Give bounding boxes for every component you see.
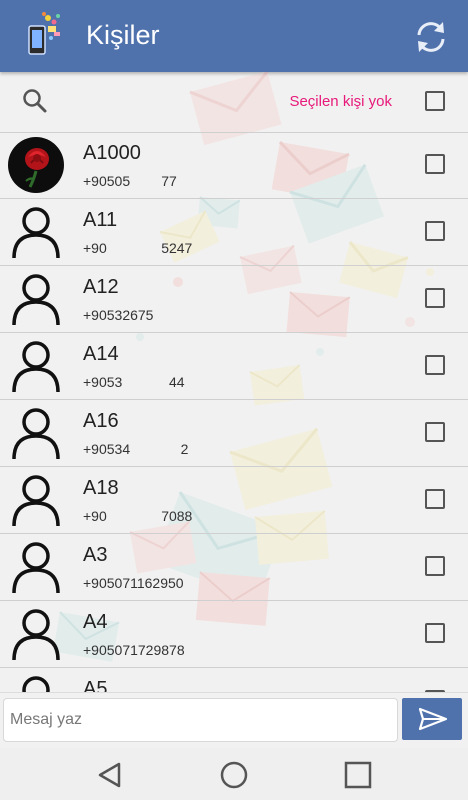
person-icon (12, 542, 60, 594)
selection-status: Seçilen kişi yok (289, 93, 392, 110)
person-icon (12, 274, 60, 326)
contact-row[interactable]: A5 (0, 668, 468, 692)
contact-name: A5 (83, 678, 108, 692)
person-icon (12, 609, 60, 661)
message-composer (0, 692, 468, 749)
app-logo-icon (28, 12, 60, 55)
contact-row[interactable]: A3 +905071162950 (0, 534, 468, 601)
contact-checkbox[interactable] (425, 623, 445, 643)
page-title: Kişiler (86, 20, 160, 50)
contact-row[interactable]: A4 +905071729878 (0, 601, 468, 668)
system-nav-bar (0, 748, 468, 800)
person-icon (22, 676, 50, 692)
search-icon[interactable] (22, 88, 48, 114)
send-icon (418, 707, 448, 731)
contact-phone: +90534 2 (83, 441, 189, 457)
contact-phone: +90 7088 (83, 508, 193, 524)
contact-checkbox[interactable] (425, 422, 445, 442)
person-icon (12, 408, 60, 460)
contact-row[interactable]: A16 +90534 2 (0, 400, 468, 467)
contact-row[interactable]: A18 +90 7088 (0, 467, 468, 534)
contact-row[interactable]: A11 +90 5247 (0, 199, 468, 266)
person-icon (12, 475, 60, 527)
message-input[interactable] (3, 698, 398, 742)
contact-checkbox[interactable] (425, 154, 445, 174)
contact-name: A18 (83, 477, 119, 499)
contact-phone: +905071729878 (83, 642, 185, 658)
contact-checkbox[interactable] (425, 221, 445, 241)
contact-phone: +90505 77 (83, 173, 177, 189)
contact-row[interactable]: A1000 +90505 77 (0, 132, 468, 199)
contact-name: A11 (83, 209, 118, 231)
contact-name: A16 (83, 410, 119, 432)
person-icon (12, 207, 60, 259)
contact-name: A3 (83, 544, 108, 566)
recents-square-icon[interactable] (343, 760, 373, 790)
search-bar: Seçilen kişi yok (0, 72, 468, 133)
rose-photo-avatar (8, 137, 64, 193)
contact-checkbox[interactable] (425, 489, 445, 509)
contact-name: A12 (83, 276, 119, 298)
send-button[interactable] (402, 698, 462, 740)
contact-phone: +90 5247 (83, 240, 193, 256)
contact-checkbox[interactable] (425, 556, 445, 576)
contact-name: A14 (83, 343, 119, 365)
contact-phone: +90532675 (83, 307, 154, 323)
person-icon (12, 341, 60, 393)
select-all-checkbox[interactable] (425, 91, 445, 111)
refresh-icon[interactable] (412, 18, 450, 56)
contact-list: A1000 +90505 77 A11 +90 5247 A12 +905326… (0, 132, 468, 692)
contact-row[interactable]: A14 +9053 44 (0, 333, 468, 400)
contact-phone: +905071162950 (83, 575, 184, 591)
contact-checkbox[interactable] (425, 288, 445, 308)
contact-name: A1000 (83, 142, 141, 164)
home-circle-icon[interactable] (219, 760, 249, 790)
contact-phone: +9053 44 (83, 374, 185, 390)
app-bar: Kişiler (0, 0, 468, 72)
back-triangle-icon[interactable] (95, 760, 125, 790)
contact-row[interactable]: A12 +90532675 (0, 266, 468, 333)
contact-name: A4 (83, 611, 108, 633)
contact-checkbox[interactable] (425, 355, 445, 375)
